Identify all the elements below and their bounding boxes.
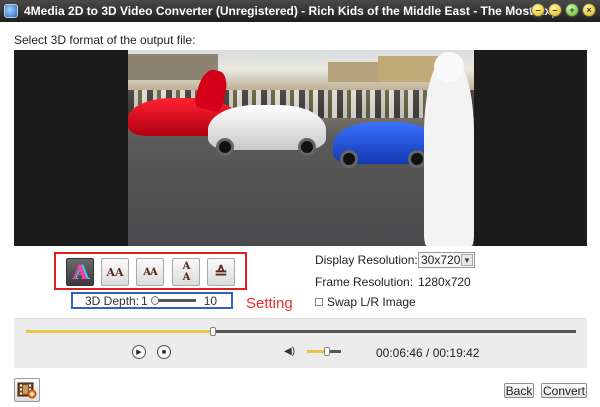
anaglyph-format-button[interactable]: A [66, 258, 94, 286]
volume-thumb[interactable] [324, 347, 331, 356]
side-by-side-icon: AA [106, 265, 124, 279]
stop-button[interactable]: ■ [157, 345, 171, 359]
speaker-icon[interactable]: ◀) [284, 346, 295, 357]
swap-lr-label: Swap L/R Image [327, 295, 416, 309]
top-bottom-format-button[interactable]: AA [172, 258, 200, 286]
display-resolution-value: 30x720 [421, 253, 461, 267]
top-bottom-half-icon: ≙ [214, 262, 228, 282]
convert-button[interactable]: Convert [541, 383, 587, 398]
film-add-icon [17, 382, 37, 399]
side-by-side-half-icon: AA [143, 266, 157, 278]
depth-slider[interactable] [150, 296, 196, 305]
chevron-down-icon[interactable]: ▼ [461, 254, 473, 266]
minimize-icon[interactable]: – [531, 3, 545, 17]
volume-slider[interactable] [307, 347, 341, 356]
video-frame [128, 50, 474, 246]
play-button[interactable]: ▶ [132, 345, 146, 359]
app-icon [4, 4, 18, 18]
display-resolution-select[interactable]: 30x720 ▼ [418, 252, 475, 268]
top-bottom-icon: AA [181, 261, 192, 283]
frame-resolution-value: 1280x720 [418, 275, 471, 289]
side-by-side-format-button[interactable]: AA [101, 258, 129, 286]
player-controls: ▶ ■ ◀) 00:06:46 / 00:19:42 [14, 318, 587, 368]
add-video-button[interactable] [14, 378, 40, 402]
top-bottom-half-format-button[interactable]: ≙ [207, 258, 235, 286]
timeline-thumb[interactable] [210, 327, 216, 336]
swap-lr-option[interactable]: Swap L/R Image [315, 295, 416, 309]
back-button[interactable]: Back [504, 383, 534, 398]
timeline-slider[interactable] [26, 327, 576, 336]
depth-control: 3D Depth: 1 10 [71, 292, 233, 309]
depth-max-label: 10 [203, 293, 218, 308]
restore-icon[interactable]: – [548, 3, 562, 17]
depth-label: 3D Depth: [85, 293, 140, 308]
window-title: 4Media 2D to 3D Video Converter (Unregis… [24, 4, 554, 18]
window-controls: – – + × [531, 3, 596, 17]
anaglyph-icon: A [72, 260, 88, 284]
display-resolution-label: Display Resolution: [315, 253, 418, 267]
maximize-icon[interactable]: + [565, 3, 579, 17]
setting-annotation: Setting [246, 295, 293, 312]
frame-resolution-label: Frame Resolution: [315, 275, 414, 289]
close-icon[interactable]: × [582, 3, 596, 17]
stop-icon: ■ [161, 348, 167, 356]
side-by-side-half-format-button[interactable]: AA [136, 258, 164, 286]
timeline-progress [26, 330, 213, 333]
depth-slider-thumb[interactable] [150, 296, 159, 305]
swap-lr-checkbox[interactable] [315, 298, 323, 306]
play-icon: ▶ [136, 349, 142, 356]
video-preview [14, 50, 587, 246]
time-display: 00:06:46 / 00:19:42 [376, 346, 480, 360]
title-bar: 4Media 2D to 3D Video Converter (Unregis… [0, 0, 600, 22]
depth-min-label: 1 [141, 293, 148, 308]
instruction-text: Select 3D format of the output file: [14, 33, 196, 47]
format-button-group: A AA AA AA ≙ [54, 252, 247, 290]
